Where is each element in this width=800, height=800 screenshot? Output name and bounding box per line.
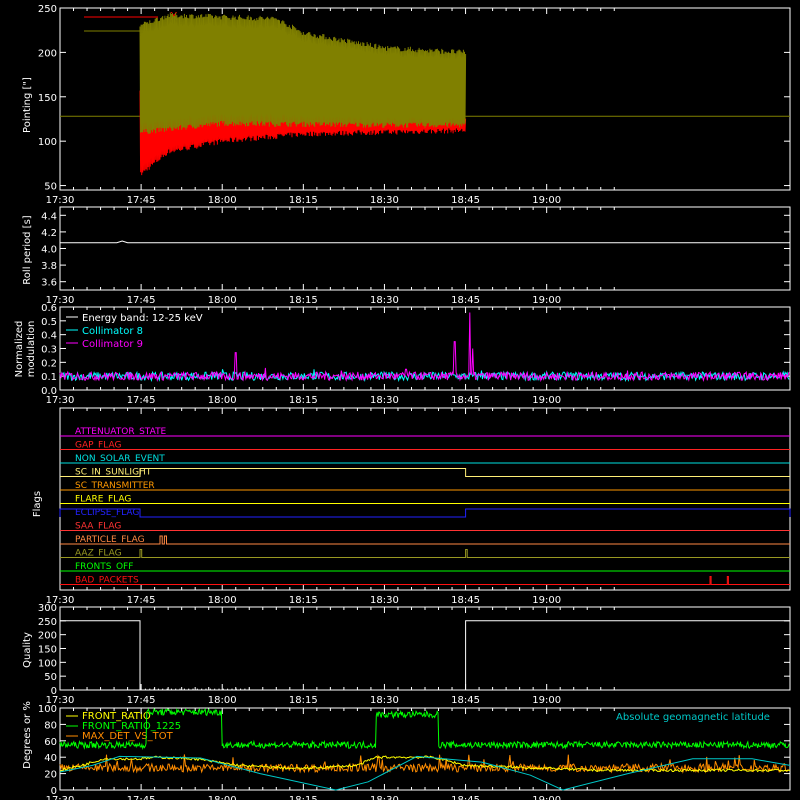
roll-xtick-label: 18:45: [451, 295, 480, 306]
pointing-xtick-label: 19:00: [532, 195, 561, 206]
flag-label: AAZ_FLAG: [75, 549, 122, 559]
modulation-xtick-label: 18:15: [289, 395, 318, 406]
ratios-ytick-label: 60: [44, 737, 57, 748]
modulation-ytick-label: 0.3: [41, 345, 57, 356]
modulation-ytick-label: 0.5: [41, 317, 57, 328]
flag-label: FRONTS_OFF: [75, 562, 133, 572]
quality-xtick-label: 19:00: [532, 695, 561, 706]
modulation-legend-title: Energy band: 12-25 keV: [82, 313, 203, 324]
flag-label: NON_SOLAR_EVENT: [75, 454, 165, 464]
ratios-xtick-label: 18:00: [208, 795, 237, 800]
quality-ytick-label: 200: [38, 631, 57, 642]
quality-xtick-label: 18:45: [451, 695, 480, 706]
quality-xtick-label: 18:00: [208, 695, 237, 706]
pointing-xtick-label: 18:30: [370, 195, 399, 206]
roll-xtick-label: 18:15: [289, 295, 318, 306]
roll-ytick-label: 4.0: [41, 245, 57, 256]
quality-xtick-label: 18:30: [370, 695, 399, 706]
pointing-ytick-label: 200: [38, 48, 57, 59]
flags-xtick-label: 18:30: [370, 595, 399, 606]
flags-xtick-label: 17:45: [127, 595, 156, 606]
quality-ytick-label: 50: [44, 672, 57, 683]
quality-ytick-label: 100: [38, 658, 57, 669]
ratios-ytick-label: 0: [51, 786, 57, 797]
flag-label: SC_TRANSMITTER: [75, 481, 155, 491]
ratios-ytick-label: 80: [44, 720, 57, 731]
pointing-ylabel: Pointing ["]: [22, 77, 33, 133]
quality-ytick-label: 300: [38, 603, 57, 614]
quality-xtick-label: 18:15: [289, 695, 318, 706]
roll-xtick-label: 17:45: [127, 295, 156, 306]
modulation-ylabel-line2: modulation: [26, 321, 37, 378]
modulation-ylabel-line1: Normalized: [14, 321, 25, 378]
ratios-ytick-label: 40: [44, 753, 57, 764]
flags-ylabel: Flags: [32, 491, 43, 517]
pointing-xtick-label: 18:45: [451, 195, 480, 206]
roll-xtick-label: 18:30: [370, 295, 399, 306]
quality-ylabel: Quality: [22, 632, 33, 668]
pointing-xtick-label: 17:45: [127, 195, 156, 206]
modulation-ytick-label: 0.4: [41, 331, 57, 342]
modulation-xtick-label: 18:45: [451, 395, 480, 406]
quality-ytick-label: 250: [38, 617, 57, 628]
ratios-xtick-label: 19:00: [532, 795, 561, 800]
quality-xtick-label: 17:45: [127, 695, 156, 706]
roll-ytick-label: 3.6: [41, 278, 57, 289]
ratios-xtick-label: 18:45: [451, 795, 480, 800]
flag-label: BAD_PACKETS: [75, 576, 139, 586]
legend-collimator-8: Collimator 8: [82, 326, 143, 337]
pointing-ytick-label: 50: [44, 182, 57, 193]
quality-ytick-label: 0: [51, 686, 57, 697]
roll-xtick-label: 18:00: [208, 295, 237, 306]
modulation-xtick-label: 19:00: [532, 395, 561, 406]
ratios-xtick-label: 17:45: [127, 795, 156, 800]
modulation-ytick-label: 0.0: [41, 386, 57, 397]
modulation-xtick-label: 18:30: [370, 395, 399, 406]
modulation-ytick-label: 0.1: [41, 372, 57, 383]
flag-label: SC_IN_SUNLIGHT: [75, 468, 152, 478]
roll-ytick-label: 4.4: [41, 211, 57, 222]
flag-label: GAP_FLAG: [75, 441, 121, 451]
geomag-latitude-annotation: Absolute geomagnetic latitude: [616, 712, 770, 723]
pointing-xtick-label: 18:00: [208, 195, 237, 206]
flag-label: PARTICLE_FLAG: [75, 535, 145, 545]
ratios-xtick-label: 18:30: [370, 795, 399, 800]
pointing-xtick-label: 18:15: [289, 195, 318, 206]
legend-max-det-vs-tot: MAX_DET_VS_TOT: [82, 731, 174, 742]
ratios-ylabel: Degrees or %: [22, 701, 33, 769]
flags-xtick-label: 19:00: [532, 595, 561, 606]
ratios-xtick-label: 18:15: [289, 795, 318, 800]
lightcurve-figure: X Y Energy band: 12-25 keV Collimator 8 …: [0, 0, 800, 800]
flag-label: ECLIPSE_FLAG: [75, 508, 139, 518]
roll-ytick-label: 4.2: [41, 228, 57, 239]
legend-collimator-9: Collimator 9: [82, 339, 143, 350]
pointing-ytick-label: 250: [38, 4, 57, 15]
ratios-ytick-label: 100: [38, 704, 57, 715]
flag-label: SAA_FLAG: [75, 522, 121, 532]
flag-label: FLARE_FLAG: [75, 495, 131, 505]
flags-xtick-label: 18:45: [451, 595, 480, 606]
flags-xtick-label: 18:00: [208, 595, 237, 606]
modulation-ytick-label: 0.6: [41, 303, 57, 314]
roll-xtick-label: 19:00: [532, 295, 561, 306]
roll-ytick-label: 3.8: [41, 261, 57, 272]
modulation-xtick-label: 18:00: [208, 395, 237, 406]
pointing-ytick-label: 100: [38, 137, 57, 148]
flags-xtick-label: 18:15: [289, 595, 318, 606]
ratios-ytick-label: 20: [44, 770, 57, 781]
pointing-xtick-label: 17:30: [46, 195, 75, 206]
quality-ytick-label: 150: [38, 645, 57, 656]
flag-label: ATTENUATOR_STATE: [75, 427, 167, 437]
modulation-ytick-label: 0.2: [41, 358, 57, 369]
modulation-xtick-label: 17:45: [127, 395, 156, 406]
pointing-ytick-label: 150: [38, 93, 57, 104]
roll-ylabel: Roll period [s]: [22, 215, 33, 284]
